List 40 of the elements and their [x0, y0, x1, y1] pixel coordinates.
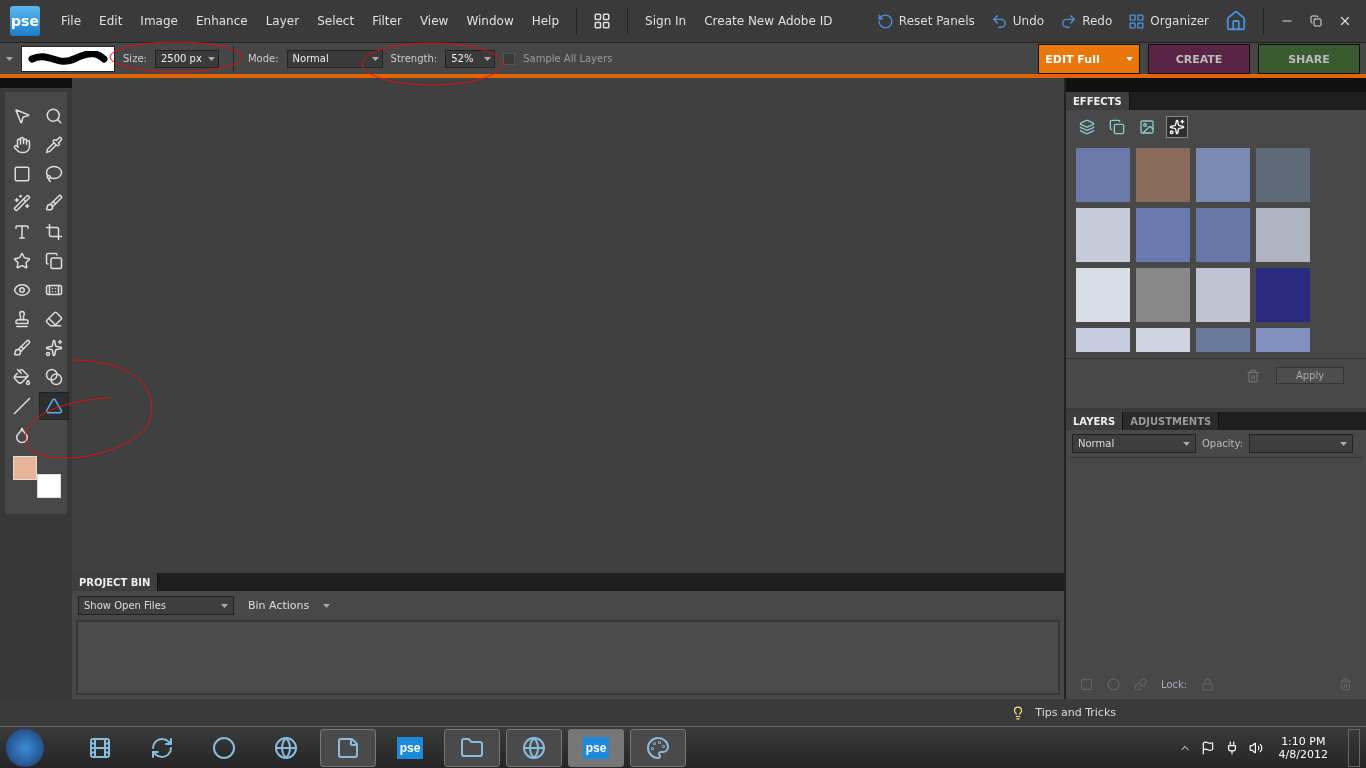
menu-item[interactable]: Edit: [92, 14, 130, 28]
panel-title: EFFECTS: [1066, 92, 1130, 110]
workspace-tab[interactable]: CREATE: [1148, 44, 1250, 74]
strength-label: Strength:: [390, 53, 438, 64]
panel-tab[interactable]: ADJUSTMENTS: [1123, 412, 1220, 430]
menu-item[interactable]: Layer: [258, 14, 307, 28]
menu-item[interactable]: File: [54, 14, 89, 28]
taskbar-button[interactable]: pse: [382, 728, 438, 767]
tips-link[interactable]: Tips and Tricks: [1035, 706, 1116, 719]
bin-show-dropdown[interactable]: Show Open Files: [78, 596, 234, 615]
menu-item[interactable]: Select: [310, 14, 362, 28]
create-id-link[interactable]: Create New Adobe ID: [697, 14, 840, 28]
apply-button[interactable]: Apply: [1276, 367, 1344, 384]
lock-label: Lock:: [1161, 678, 1188, 690]
clock[interactable]: 1:10 PM 4/8/2012: [1278, 734, 1328, 761]
menu-item[interactable]: Help: [524, 14, 567, 28]
size-field[interactable]: 2500 px: [154, 49, 219, 68]
toolbar-button[interactable]: Redo: [1054, 10, 1119, 32]
panel-tab[interactable]: LAYERS: [1066, 412, 1124, 430]
panel-title: PROJECT BIN: [72, 573, 159, 591]
menu-item[interactable]: Filter: [365, 14, 409, 28]
toolbar-button[interactable]: Undo: [984, 10, 1051, 32]
toolbar-button[interactable]: Reset Panels: [870, 10, 981, 32]
menu-item[interactable]: Enhance: [188, 14, 255, 28]
size-label: Size:: [123, 53, 147, 64]
sample-label: Sample All Layers: [523, 53, 613, 64]
app-logo: pse: [10, 6, 40, 36]
mode-label: Mode:: [247, 53, 279, 64]
strength-field[interactable]: 52%: [445, 49, 496, 68]
blend-mode-dropdown[interactable]: Normal: [1072, 434, 1196, 453]
sign-in-link[interactable]: Sign In: [638, 14, 694, 28]
opacity-label: Opacity:: [1202, 438, 1244, 449]
bin-actions-menu[interactable]: Bin Actions: [248, 599, 310, 612]
taskbar-button[interactable]: pse: [568, 728, 624, 767]
workspace-tab[interactable]: SHARE: [1258, 44, 1360, 74]
toolbar-button[interactable]: Organizer: [1122, 10, 1215, 32]
menu-item[interactable]: View: [412, 14, 456, 28]
menu-item[interactable]: Image: [133, 14, 185, 28]
mode-dropdown[interactable]: Normal: [286, 49, 383, 68]
menu-item[interactable]: Window: [459, 14, 521, 28]
